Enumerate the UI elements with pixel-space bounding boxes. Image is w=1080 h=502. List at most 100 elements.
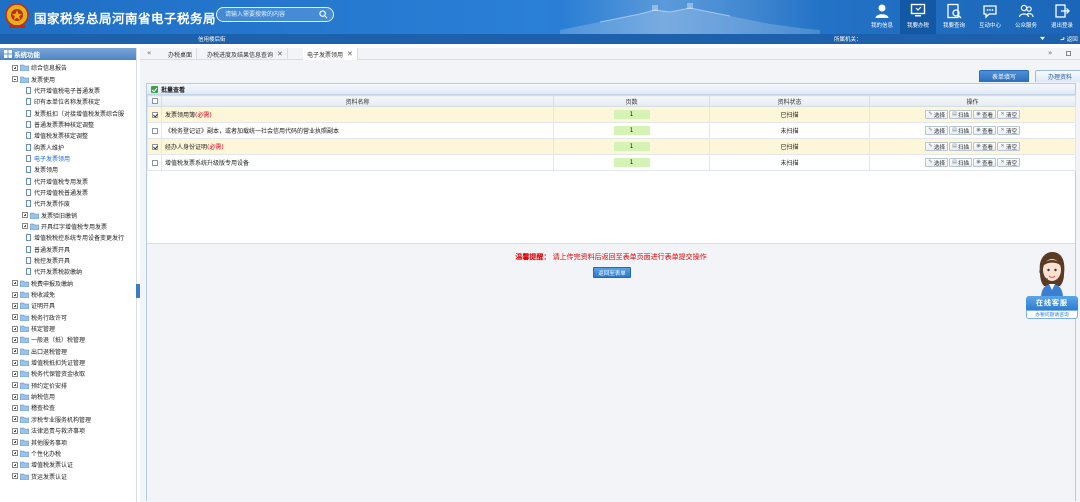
collapse-icon[interactable] [12, 76, 18, 83]
nav-query[interactable]: 我要查询 [936, 0, 972, 34]
expand-icon[interactable] [12, 473, 18, 480]
online-customer-service[interactable]: 在线客服 办税问题请咨询 [1024, 250, 1080, 325]
scan-button[interactable]: ▤ 扫描 [948, 126, 972, 135]
sidebar-item[interactable]: 证明开具 [0, 300, 136, 311]
nav-public-service[interactable]: 公众服务 [1008, 0, 1044, 34]
expand-icon[interactable] [12, 302, 18, 309]
sidebar-item[interactable]: 涉税专业服务机构管理 [0, 414, 136, 425]
sidebar-item[interactable]: 税控发票开具 [0, 255, 136, 266]
sidebar-item[interactable]: 税务代保管资金收取 [0, 368, 136, 379]
tab-tax-desktop[interactable]: 办税桌面 [164, 48, 198, 60]
tab-upload-materials[interactable]: 办理资料 [1035, 70, 1080, 82]
search-icon[interactable] [319, 10, 328, 19]
sidebar-item[interactable]: 普通发票票种核定调整 [0, 119, 136, 130]
search-box[interactable] [216, 7, 334, 22]
sidebar-item[interactable]: 一般退（抵）税管理 [0, 334, 136, 345]
sidebar-item[interactable]: 出口退税管理 [0, 346, 136, 357]
sidebar-item[interactable]: 稽查检查 [0, 402, 136, 413]
search-input[interactable] [225, 9, 317, 20]
expand-icon[interactable] [12, 439, 18, 446]
sidebar-item[interactable]: 购票人维护 [0, 141, 136, 152]
sidebar-item[interactable]: 电子发票领用 [0, 153, 136, 164]
sidebar-item[interactable]: 代开增值税电子普通发票 [0, 85, 136, 96]
row-checkbox[interactable] [151, 111, 158, 118]
sidebar-item[interactable]: 预约定价安排 [0, 380, 136, 391]
sidebar-item[interactable]: 发票抵扣（对接增值税发票综合服 [0, 107, 136, 118]
close-icon[interactable]: ✕ [277, 50, 283, 58]
sidebar-item[interactable]: 法律追责与救济事项 [0, 425, 136, 436]
sidebar-item[interactable]: 税费申报及缴纳 [0, 278, 136, 289]
sidebar-item[interactable]: 增值税发票核定调整 [0, 130, 136, 141]
expand-icon[interactable] [22, 223, 28, 230]
tabs-scroll-left-icon[interactable]: « [147, 49, 151, 57]
expand-icon[interactable] [12, 359, 18, 366]
expand-icon[interactable] [12, 325, 18, 332]
expand-icon[interactable] [12, 291, 18, 298]
scan-button[interactable]: ▤ 扫描 [948, 142, 972, 151]
nav-interaction[interactable]: 互动中心 [972, 0, 1008, 34]
caret-down-icon[interactable] [1040, 36, 1045, 41]
sidebar-item[interactable]: 其他服务事项 [0, 436, 136, 447]
close-icon[interactable]: ✕ [347, 50, 353, 58]
expand-icon[interactable] [12, 393, 18, 400]
view-button[interactable]: ◉ 查看 [973, 126, 997, 135]
expand-icon[interactable] [12, 427, 18, 434]
scan-button[interactable]: ▤ 扫描 [948, 110, 972, 119]
sidebar-item[interactable]: 个性化办税 [0, 448, 136, 459]
select-button[interactable]: ✎ 选择 [924, 110, 948, 119]
row-checkbox[interactable] [151, 143, 158, 150]
expand-icon[interactable] [12, 336, 18, 343]
clear-button[interactable]: ✕ 清空 [997, 126, 1021, 135]
clear-button[interactable]: ✕ 清空 [997, 158, 1021, 167]
clear-button[interactable]: ✕ 清空 [997, 142, 1021, 151]
sidebar-item[interactable]: 税务行政许可 [0, 312, 136, 323]
tab-e-invoice[interactable]: 电子发票领用 ✕ [303, 48, 358, 60]
expand-icon[interactable] [12, 280, 18, 287]
view-button[interactable]: ◉ 查看 [973, 158, 997, 167]
view-button[interactable]: ◉ 查看 [973, 110, 997, 119]
expand-icon[interactable] [12, 404, 18, 411]
sidebar-item[interactable]: 代开发票作废 [0, 198, 136, 209]
clear-button[interactable]: ✕ 清空 [997, 110, 1021, 119]
sidebar-item[interactable]: 核定管理 [0, 323, 136, 334]
sidebar-item[interactable]: 发票使用 [0, 73, 136, 84]
return-link[interactable]: ⮐ 返回 [1060, 35, 1078, 45]
expand-icon[interactable] [12, 314, 18, 321]
sidebar-item[interactable]: 发票领用 [0, 164, 136, 175]
tab-progress-query[interactable]: 办税进度及结果信息查询 ✕ [203, 48, 288, 60]
row-checkbox[interactable] [151, 127, 158, 134]
scan-button[interactable]: ▤ 扫描 [948, 158, 972, 167]
sidebar-item[interactable]: 开具红字增值税专用发票 [0, 221, 136, 232]
nav-my-info[interactable]: 我的信息 [864, 0, 900, 34]
sidebar-item[interactable]: 税收减免 [0, 289, 136, 300]
sidebar-item[interactable]: 纳税信用 [0, 391, 136, 402]
maximize-icon[interactable] [1066, 51, 1071, 56]
sidebar-item[interactable]: 增值税发票认证 [0, 459, 136, 470]
select-all-checkbox[interactable] [151, 98, 158, 104]
select-button[interactable]: ✎ 选择 [924, 142, 948, 151]
sidebar-item[interactable]: 代开发票税款缴纳 [0, 266, 136, 277]
sidebar-item[interactable]: 普通发票开具 [0, 244, 136, 255]
tab-form-fill[interactable]: 表单填写 [979, 70, 1029, 82]
row-checkbox[interactable] [151, 159, 158, 166]
expand-icon[interactable] [12, 64, 18, 71]
select-button[interactable]: ✎ 选择 [924, 126, 948, 135]
select-button[interactable]: ✎ 选择 [924, 158, 948, 167]
sidebar-item[interactable]: 代开增值税普通发票 [0, 187, 136, 198]
nav-do-tax[interactable]: 我要办税 [900, 0, 936, 34]
expand-icon[interactable] [12, 370, 18, 377]
sidebar-item[interactable]: 增值税税控系统专用设备变更发行 [0, 232, 136, 243]
sidebar-item[interactable]: 发票验旧缴销 [0, 209, 136, 220]
expand-icon[interactable] [12, 450, 18, 457]
nav-logout[interactable]: 退出登录 [1044, 0, 1080, 34]
sidebar-item[interactable]: 印有本单位名称发票核定 [0, 96, 136, 107]
tabs-scroll-right-icon[interactable]: » [1048, 49, 1052, 57]
back-to-form-button[interactable]: 返回至表单 [593, 267, 631, 278]
expand-icon[interactable] [22, 212, 28, 219]
sidebar-item[interactable]: 代开增值税专用发票 [0, 175, 136, 186]
sidebar-item[interactable]: 增值税抵扣凭证管理 [0, 357, 136, 368]
expand-icon[interactable] [12, 461, 18, 468]
expand-icon[interactable] [12, 416, 18, 423]
sidebar-item[interactable]: 货运发票认证 [0, 470, 136, 481]
expand-icon[interactable] [12, 348, 18, 355]
